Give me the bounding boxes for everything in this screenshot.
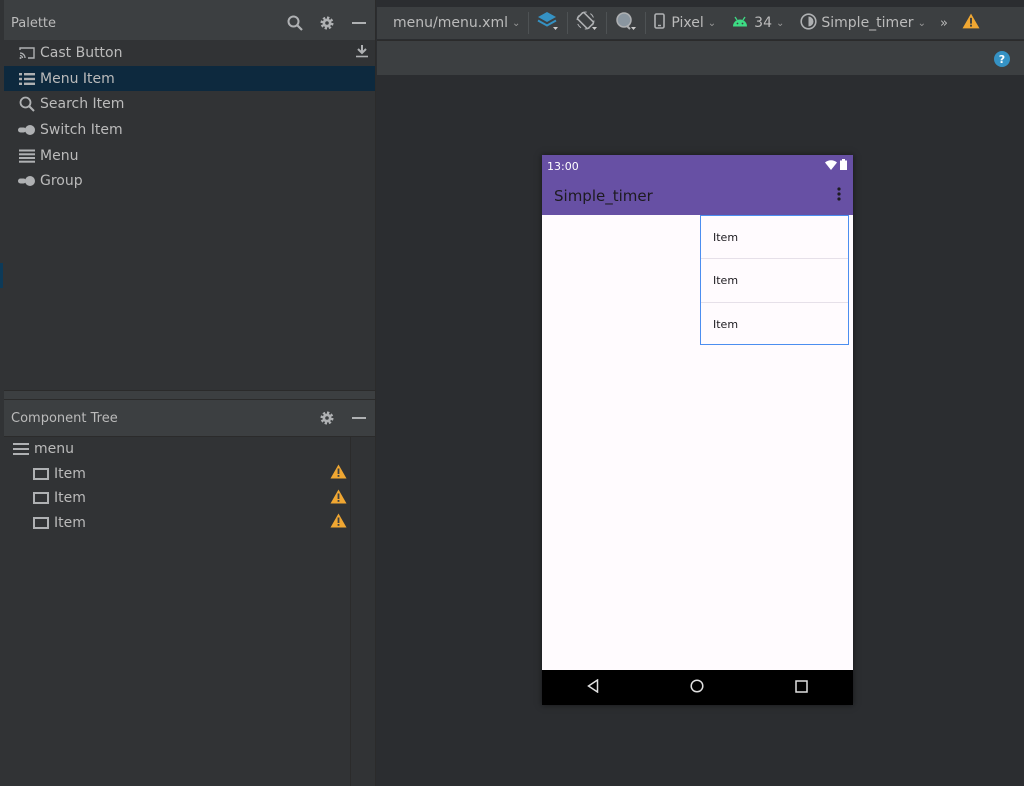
item-icon: [32, 492, 50, 505]
recents-icon[interactable]: [794, 678, 808, 697]
left-panel: Palette Cast Button Menu Item Search Ite…: [0, 0, 376, 786]
status-time: 13:00: [547, 159, 579, 173]
chevron-down-icon: ⌄: [917, 17, 926, 29]
overflow-menu-icon[interactable]: [837, 187, 841, 205]
chevron-down-icon: ⌄: [707, 17, 717, 29]
app-bar: Simple_timer: [542, 177, 853, 215]
tree-item[interactable]: Item: [4, 462, 375, 487]
home-icon[interactable]: [690, 678, 704, 697]
palette-item-switch-item[interactable]: Switch Item: [4, 117, 375, 143]
switch-icon: [18, 124, 36, 136]
strip-marker[interactable]: [0, 263, 3, 288]
layers-icon: [537, 11, 559, 35]
warning-icon[interactable]: [330, 513, 347, 532]
warning-icon[interactable]: [330, 489, 347, 508]
tree-item-menu[interactable]: menu: [4, 437, 375, 462]
android-icon: [732, 15, 748, 31]
menu-icon: [18, 149, 36, 163]
back-icon[interactable]: [587, 678, 599, 697]
tree-item-label: menu: [34, 441, 74, 458]
chevron-down-icon: ⌄: [511, 17, 521, 29]
battery-icon: [840, 159, 847, 173]
warning-icon: [962, 13, 980, 33]
status-bar: 13:00: [542, 155, 853, 177]
minimize-icon[interactable]: [343, 15, 375, 31]
app-title: Simple_timer: [554, 187, 653, 205]
design-surface-button[interactable]: [529, 7, 567, 39]
file-name: menu/menu.xml: [393, 15, 508, 31]
gear-icon[interactable]: [311, 15, 343, 31]
palette-item-cast-button[interactable]: Cast Button: [4, 40, 375, 66]
issues-button[interactable]: [954, 7, 988, 39]
palette-item-group[interactable]: Group: [4, 168, 375, 194]
palette-item-label: Cast Button: [40, 44, 123, 61]
palette-item-label: Menu Item: [40, 70, 115, 87]
palette-header: Palette: [4, 7, 375, 39]
design-subbar: ?: [377, 40, 1024, 75]
tree-item-label: Item: [54, 514, 86, 531]
wifi-icon: [825, 159, 837, 173]
palette-title: Palette: [11, 15, 57, 31]
device-name: Pixel: [671, 15, 704, 31]
palette-item-label: Group: [40, 173, 83, 190]
palette-list: Cast Button Menu Item Search Item Switch…: [4, 40, 375, 390]
download-icon[interactable]: [355, 44, 369, 62]
warning-icon[interactable]: [330, 464, 347, 483]
file-selector[interactable]: menu/menu.xml ⌄: [377, 7, 528, 39]
popup-menu-item[interactable]: Item: [701, 303, 848, 346]
item-icon: [32, 516, 50, 529]
popup-menu-item[interactable]: Item: [701, 259, 848, 303]
gear-icon[interactable]: [311, 410, 343, 426]
api-level: 34: [754, 15, 772, 31]
palette-item-menu[interactable]: Menu: [4, 143, 375, 169]
search-icon[interactable]: [279, 15, 311, 31]
theme-name: Simple_timer: [821, 15, 914, 31]
palette-item-search-item[interactable]: Search Item: [4, 91, 375, 117]
navigation-bar: [542, 670, 853, 705]
double-chevron-icon: »: [939, 15, 948, 31]
cast-icon: [18, 46, 36, 60]
component-tree-header: Component Tree: [4, 402, 375, 434]
search-icon: [18, 96, 36, 112]
rotate-icon: [576, 11, 598, 35]
help-icon[interactable]: ?: [994, 51, 1010, 67]
tree-item-label: Item: [54, 490, 86, 507]
palette-item-label: Search Item: [40, 96, 125, 113]
item-icon: [32, 467, 50, 480]
popup-menu-item[interactable]: Item: [701, 216, 848, 260]
palette-item-label: Menu: [40, 147, 79, 164]
night-mode-icon: [615, 11, 637, 35]
theme-selector[interactable]: Simple_timer ⌄: [792, 7, 934, 39]
palette-item-label: Switch Item: [40, 121, 123, 138]
menu-icon: [12, 442, 30, 456]
palette-item-menu-item[interactable]: Menu Item: [4, 65, 375, 92]
panel-splitter[interactable]: [4, 390, 375, 400]
device-preview: 13:00 Simple_timer Item Item Item: [542, 155, 853, 705]
phone-icon: [654, 13, 666, 33]
overflow-popup-menu: Item Item Item: [700, 215, 849, 345]
minimize-icon[interactable]: [343, 410, 375, 426]
menu-item-icon: [18, 72, 36, 86]
orientation-button[interactable]: [568, 7, 606, 39]
component-tree-title: Component Tree: [11, 410, 118, 426]
group-icon: [18, 175, 36, 187]
api-selector[interactable]: 34 ⌄: [724, 7, 792, 39]
tree-item[interactable]: Item: [4, 511, 375, 536]
tree-item[interactable]: Item: [4, 486, 375, 511]
overflow-button[interactable]: »: [934, 7, 954, 39]
theme-icon: [800, 12, 817, 34]
component-tree: menu Item Item Item: [4, 436, 375, 786]
design-toolbar: menu/menu.xml ⌄ Pixel ⌄ 34 ⌄ Simple_timer ⌄ …: [377, 7, 1024, 39]
chevron-down-icon: ⌄: [775, 17, 785, 29]
device-selector[interactable]: Pixel ⌄: [646, 7, 724, 39]
night-mode-button[interactable]: [607, 7, 645, 39]
tree-item-label: Item: [54, 465, 86, 482]
